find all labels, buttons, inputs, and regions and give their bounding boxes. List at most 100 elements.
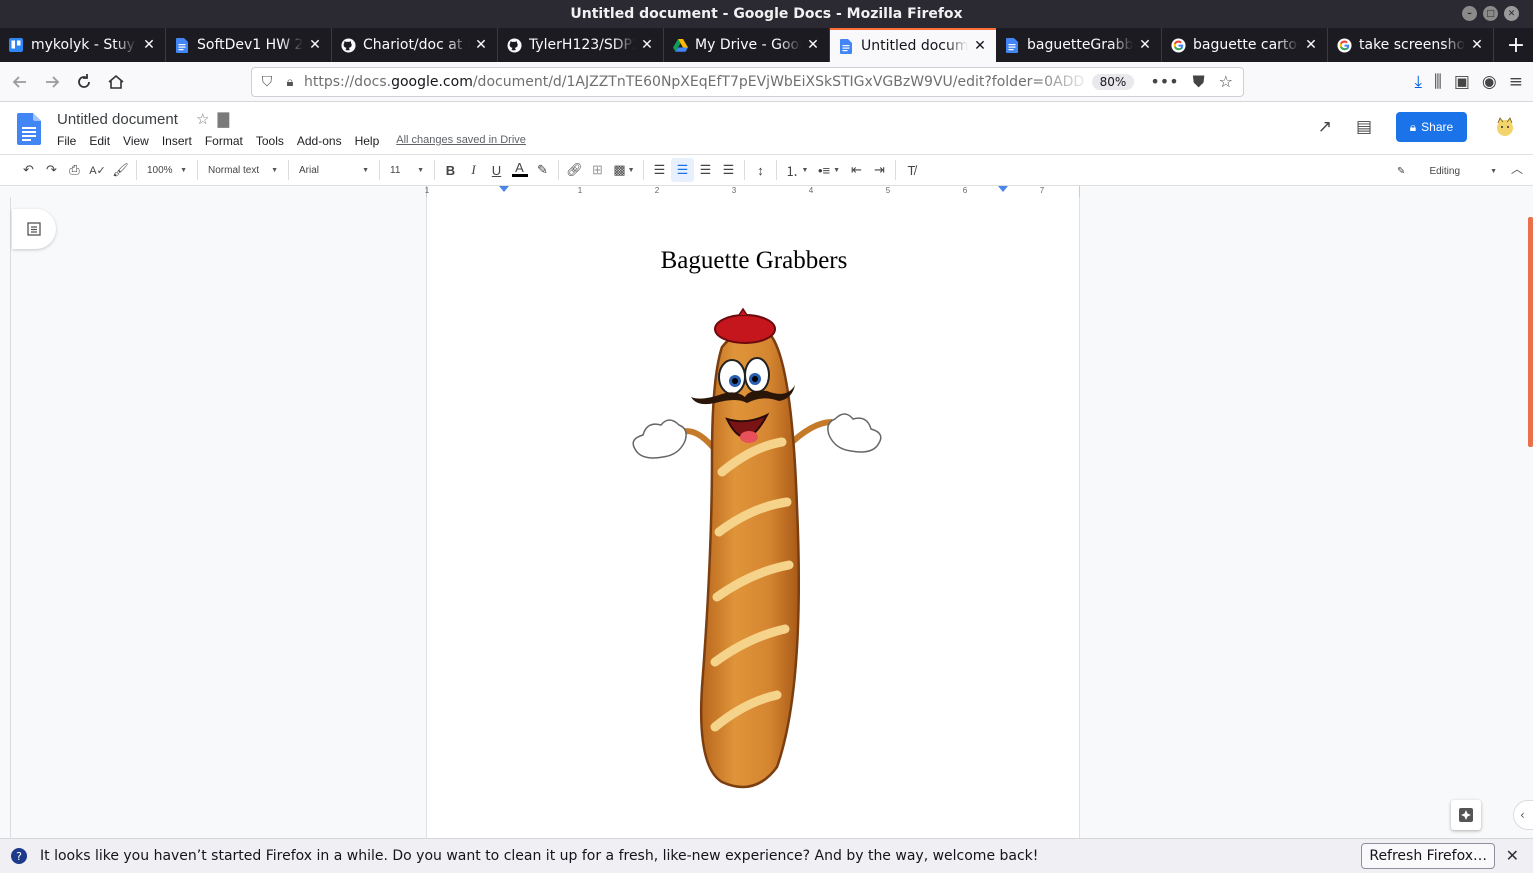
caret-down-icon: ▼	[417, 166, 424, 174]
hamburger-menu-icon[interactable]: ≡	[1509, 72, 1523, 92]
menu-item-tools[interactable]: Tools	[256, 134, 284, 148]
numbered-list-icon[interactable]: ⒈ ▼	[781, 158, 813, 182]
back-arrow-icon	[12, 75, 26, 88]
line-spacing-icon[interactable]: ↕	[749, 158, 772, 182]
page-actions-icon[interactable]: •••	[1150, 72, 1178, 92]
forward-button[interactable]	[36, 66, 68, 98]
close-notification-icon[interactable]: ✕	[1506, 846, 1519, 865]
browser-tab[interactable]: take screenshot ✕	[1328, 28, 1494, 62]
close-tab-icon[interactable]: ✕	[972, 38, 988, 54]
close-tab-icon[interactable]: ✕	[1137, 37, 1153, 53]
back-button[interactable]	[4, 66, 36, 98]
text-color-icon[interactable]: A	[508, 158, 531, 182]
side-panel-toggle[interactable]: ‹	[1513, 800, 1533, 830]
left-indent-marker-icon[interactable]	[499, 186, 509, 194]
italic-icon[interactable]: I	[462, 158, 485, 182]
font-select[interactable]: Arial ▼	[293, 158, 375, 182]
browser-tab[interactable]: Chariot/doc at master✕	[332, 28, 498, 62]
avatar[interactable]	[1491, 113, 1519, 141]
maximize-button[interactable]: □	[1483, 6, 1498, 21]
refresh-firefox-button[interactable]: Refresh Firefox…	[1361, 843, 1495, 869]
close-tab-icon[interactable]: ✕	[639, 37, 655, 53]
lock-icon[interactable]: 🔒︎	[280, 75, 300, 90]
document-heading[interactable]: Baguette Grabbers	[427, 247, 1081, 275]
menu-item-edit[interactable]: Edit	[89, 134, 110, 148]
home-button[interactable]	[100, 66, 132, 98]
url-text[interactable]: https://docs.google.com/document/d/1AJZZ…	[304, 74, 1092, 90]
star-icon[interactable]: ☆	[196, 110, 209, 128]
reload-button[interactable]	[68, 66, 100, 98]
library-icon[interactable]: ⫼	[1434, 72, 1442, 92]
menu-item-insert[interactable]: Insert	[162, 134, 192, 148]
minimize-button[interactable]: –	[1462, 6, 1477, 21]
zoom-badge[interactable]: 80%	[1091, 74, 1135, 90]
document-outline-button[interactable]	[12, 209, 56, 249]
clear-formatting-icon[interactable]: T̸	[900, 158, 923, 182]
folder-icon[interactable]: ▇	[217, 110, 229, 128]
saved-status-link[interactable]: All changes saved in Drive	[396, 134, 526, 148]
font-size-select[interactable]: 11 ▼	[384, 158, 430, 182]
downloads-icon[interactable]: ⤓	[1415, 72, 1423, 92]
menu-item-view[interactable]: View	[123, 134, 149, 148]
close-window-button[interactable]: ✕	[1504, 6, 1519, 21]
insert-image-icon[interactable]: ▩ ▼	[609, 158, 639, 182]
explore-button[interactable]	[1451, 800, 1481, 830]
chevron-left-icon: ‹	[1520, 808, 1525, 822]
browser-tab[interactable]: baguette cartoon✕	[1162, 28, 1328, 62]
menu-item-help[interactable]: Help	[355, 134, 380, 148]
close-tab-icon[interactable]: ✕	[307, 37, 323, 53]
scrollbar-thumb[interactable]	[1528, 217, 1533, 447]
print-icon[interactable]: ⎙	[63, 158, 86, 182]
collapse-toolbar-icon[interactable]: ︿	[1511, 160, 1523, 177]
account-icon[interactable]: ◉	[1482, 72, 1497, 92]
increase-indent-icon[interactable]: ⇥	[868, 158, 891, 182]
align-left-icon[interactable]: ☰	[648, 158, 671, 182]
close-tab-icon[interactable]: ✕	[805, 37, 821, 53]
google-docs-logo-icon[interactable]	[17, 113, 41, 145]
close-tab-icon[interactable]: ✕	[141, 37, 157, 53]
browser-tab[interactable]: SoftDev1 HW 2020✕	[166, 28, 332, 62]
browser-tab[interactable]: TylerH123/SDP2 ✕	[498, 28, 664, 62]
document-title[interactable]: Untitled document	[57, 111, 178, 128]
close-tab-icon[interactable]: ✕	[1303, 37, 1319, 53]
highlight-color-icon[interactable]: ✎	[531, 158, 554, 182]
bold-icon[interactable]: B	[439, 158, 462, 182]
insert-link-icon[interactable]: 🔗︎	[563, 158, 586, 182]
style-select[interactable]: Normal text ▼	[202, 158, 284, 182]
redo-icon[interactable]: ↷	[40, 158, 63, 182]
baguette-character-image[interactable]	[627, 307, 887, 797]
right-indent-marker-icon[interactable]	[998, 186, 1008, 194]
browser-tab[interactable]: mykolyk - Stuyvesant✕	[0, 28, 166, 62]
pocket-icon[interactable]: ⛊	[1193, 72, 1205, 92]
document-page[interactable]: Baguette Grabbers	[426, 197, 1080, 838]
share-button[interactable]: 🔒︎ Share	[1396, 112, 1467, 142]
url-bar[interactable]: ⛉ 🔒︎ https://docs.google.com/document/d/…	[251, 67, 1244, 97]
tracking-shield-icon[interactable]: ⛉	[254, 74, 280, 90]
menu-item-format[interactable]: Format	[205, 134, 243, 148]
close-tab-icon[interactable]: ✕	[1469, 37, 1485, 53]
comments-icon[interactable]: ▤	[1356, 117, 1372, 137]
underline-icon[interactable]: U	[485, 158, 508, 182]
align-right-icon[interactable]: ☰	[694, 158, 717, 182]
browser-tab[interactable]: baguetteGrabbers✕	[996, 28, 1162, 62]
browser-tab[interactable]: My Drive - Google Drive✕	[664, 28, 830, 62]
zoom-select[interactable]: 100% ▼	[141, 158, 193, 182]
bookmark-star-icon[interactable]: ☆	[1219, 72, 1233, 92]
decrease-indent-icon[interactable]: ⇤	[845, 158, 868, 182]
sidebar-icon[interactable]: ▣	[1454, 72, 1470, 92]
new-tab-button[interactable]: +	[1499, 28, 1533, 62]
activity-trend-icon[interactable]: ↗	[1318, 117, 1332, 137]
close-tab-icon[interactable]: ✕	[473, 37, 489, 53]
add-comment-icon[interactable]: ⊞	[586, 158, 609, 182]
bulleted-list-icon[interactable]: •≡ ▼	[813, 158, 845, 182]
editing-mode-select[interactable]: ✎ Editing ▼	[1397, 159, 1497, 183]
spellcheck-icon[interactable]: A✓	[86, 158, 109, 182]
paint-format-icon[interactable]: 🖌︎	[109, 158, 132, 182]
menu-item-addons[interactable]: Add-ons	[297, 134, 342, 148]
menu-item-file[interactable]: File	[57, 134, 76, 148]
undo-icon[interactable]: ↶	[17, 158, 40, 182]
align-justify-icon[interactable]: ☰	[717, 158, 740, 182]
align-center-icon[interactable]: ☰	[671, 158, 694, 182]
caret-down-icon: ▼	[1490, 167, 1497, 175]
browser-tab[interactable]: Untitled document✕	[830, 28, 996, 62]
